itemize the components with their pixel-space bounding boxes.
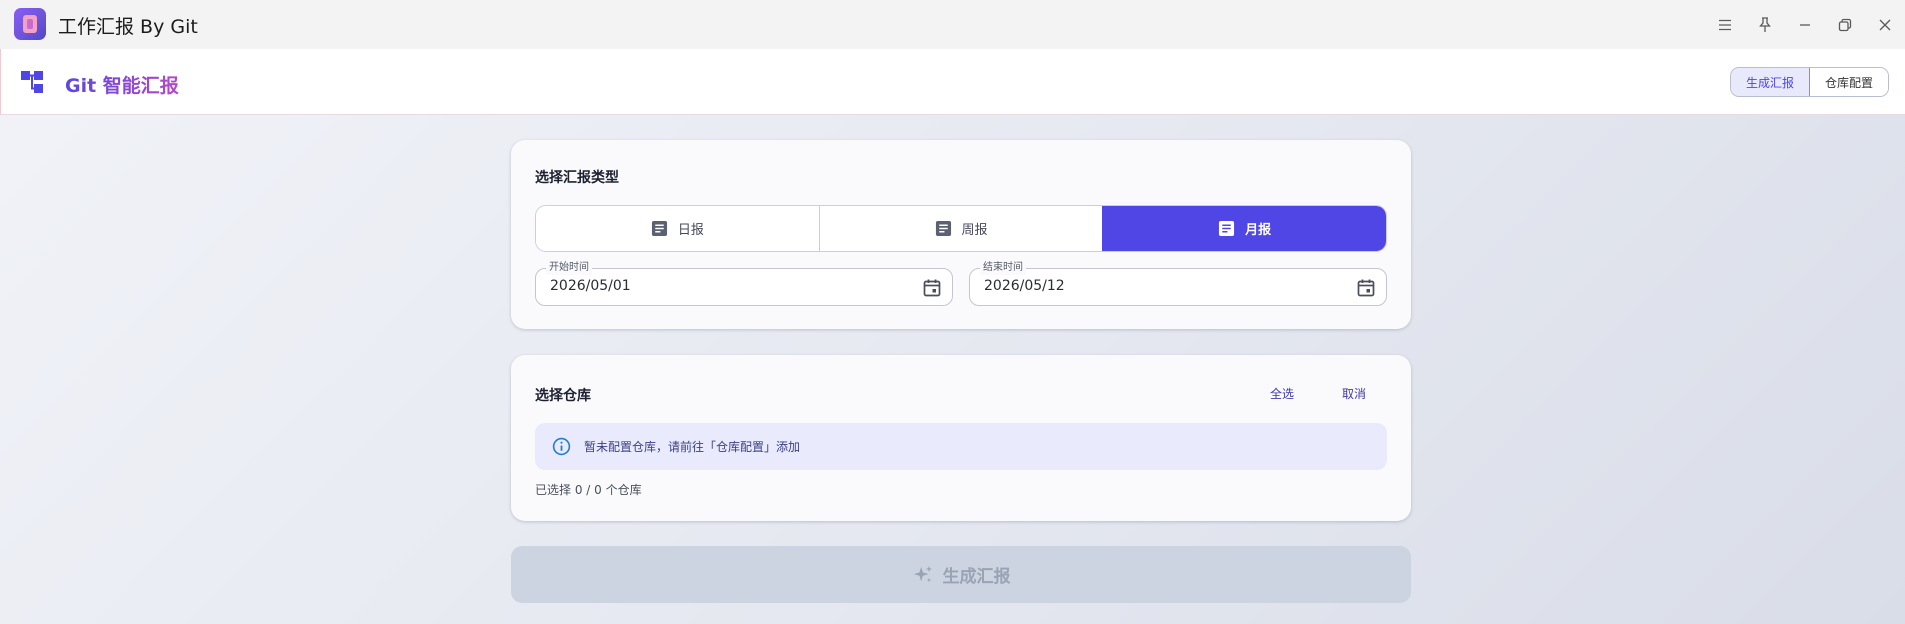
start-date-field[interactable]: 开始时间 2026/05/01 [535,261,953,306]
tab-repo-config[interactable]: 仓库配置 [1809,68,1888,96]
tab-generate-report[interactable]: 生成汇报 [1730,68,1810,96]
option-weekly-label: 周报 [961,223,988,238]
option-monthly-label: 月报 [1245,223,1272,238]
report-type-selector: 日报 周报 月报 [535,205,1387,252]
end-date-value[interactable]: 2026/05/12 [984,278,1065,294]
end-date-field[interactable]: 结束时间 2026/05/12 [969,261,1387,306]
option-daily-label: 日报 [677,223,704,238]
calendar-icon[interactable] [922,278,942,298]
calendar-icon[interactable] [1356,278,1376,298]
generate-report-button[interactable]: 生成汇报 [511,546,1411,603]
notice-text: 暂未配置仓库，请前往「仓库配置」添加 [584,440,801,454]
info-icon [552,437,571,456]
pin-icon[interactable] [1745,0,1785,49]
option-daily[interactable]: 日报 [536,206,819,251]
app-header: Git 智能汇报 生成汇报 仓库配置 [0,49,1905,115]
minimize-icon[interactable] [1785,0,1825,49]
select-all-button[interactable]: 全选 [1270,385,1294,402]
window-title: 工作汇报 By Git [58,16,198,38]
report-type-title: 选择汇报类型 [535,170,619,186]
brand-name: Git 智能汇报 [65,71,179,98]
document-icon [935,220,951,237]
start-date-value[interactable]: 2026/05/01 [550,278,631,294]
document-icon [651,220,667,237]
option-weekly[interactable]: 周报 [818,206,1103,251]
report-type-card: 选择汇报类型 日报 周报 月报 开始时间 2026/05/01 结束时间 202… [511,140,1411,329]
title-bar: 工作汇报 By Git [0,0,1905,49]
cancel-button[interactable]: 取消 [1342,385,1366,402]
start-date-label: 开始时间 [546,261,592,275]
menu-icon[interactable] [1705,0,1745,49]
sparkle-icon [913,565,932,582]
git-logo-icon [21,71,43,93]
repo-card: 选择仓库 全选 取消 暂未配置仓库，请前往「仓库配置」添加 已选择 0 / 0 … [511,355,1411,521]
repo-title: 选择仓库 [535,388,591,404]
restore-icon[interactable] [1825,0,1865,49]
close-icon[interactable] [1865,0,1905,49]
end-date-label: 结束时间 [980,261,1026,275]
selection-count: 已选择 0 / 0 个仓库 [535,483,642,497]
option-monthly[interactable]: 月报 [1102,206,1386,251]
header-tabs: 生成汇报 仓库配置 [1729,67,1889,97]
empty-repo-notice: 暂未配置仓库，请前往「仓库配置」添加 [535,423,1387,470]
generate-report-label: 生成汇报 [942,567,1011,587]
window-controls [1705,0,1905,49]
app-icon [14,8,46,40]
document-icon [1219,220,1235,237]
